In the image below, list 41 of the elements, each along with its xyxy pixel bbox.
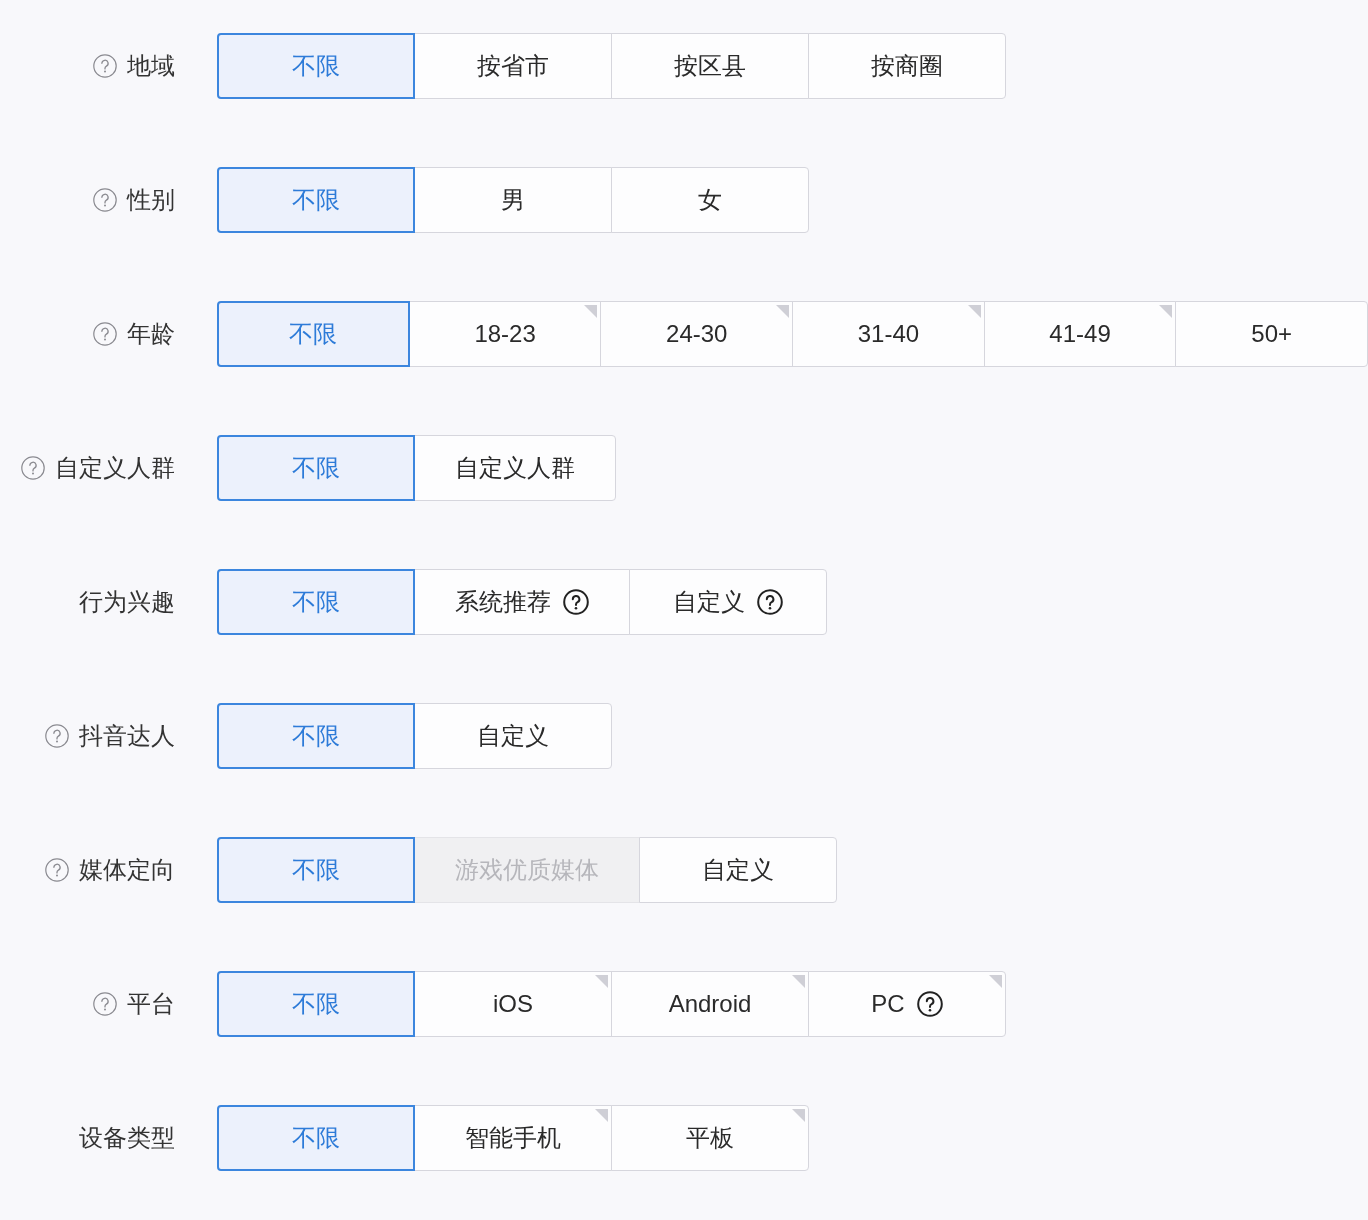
option-button[interactable]: 自定义 xyxy=(414,703,612,769)
option-button[interactable]: 智能手机 xyxy=(414,1105,612,1171)
option-button[interactable]: 按省市 xyxy=(414,33,612,99)
field-label: 性别 xyxy=(127,185,175,215)
option-button[interactable]: 按区县 xyxy=(611,33,809,99)
option-button[interactable]: 24-30 xyxy=(600,301,794,367)
field-label: 抖音达人 xyxy=(79,721,175,751)
option-button[interactable]: 不限 xyxy=(217,167,415,233)
field-label: 年龄 xyxy=(127,319,175,349)
option-button[interactable]: 系统推荐 xyxy=(414,569,630,635)
option-button[interactable]: 自定义人群 xyxy=(414,435,616,501)
option-button[interactable]: 41-49 xyxy=(983,301,1177,367)
option-button[interactable]: 18-23 xyxy=(408,301,602,367)
option-button[interactable]: 男 xyxy=(414,167,612,233)
help-icon[interactable] xyxy=(757,589,783,615)
field-label: 设备类型 xyxy=(79,1123,175,1153)
field-label: 行为兴趣 xyxy=(79,587,175,617)
option-button[interactable]: 50+ xyxy=(1175,301,1368,367)
option-button[interactable]: 31-40 xyxy=(792,301,985,367)
field-label: 媒体定向 xyxy=(79,855,175,885)
option-button[interactable]: Android xyxy=(611,971,809,1037)
help-icon[interactable] xyxy=(563,589,589,615)
option-button[interactable]: 女 xyxy=(611,167,809,233)
field-label: 自定义人群 xyxy=(55,453,175,483)
option-button[interactable]: 不限 xyxy=(217,33,415,99)
field-label: 地域 xyxy=(127,51,175,81)
option-button[interactable]: iOS xyxy=(414,971,612,1037)
help-icon[interactable] xyxy=(916,991,943,1017)
option-button[interactable]: 不限 xyxy=(217,703,415,769)
option-button[interactable]: 自定义 xyxy=(629,569,827,635)
option-button[interactable]: 自定义 xyxy=(639,837,837,903)
option-button[interactable]: 不限 xyxy=(217,971,415,1037)
option-button[interactable]: 不限 xyxy=(217,1105,415,1171)
option-button[interactable]: 平板 xyxy=(611,1105,809,1171)
option-button[interactable]: PC xyxy=(808,971,1006,1037)
option-button[interactable]: 不限 xyxy=(217,837,415,903)
option-button[interactable]: 不限 xyxy=(217,435,415,501)
option-button[interactable]: 按商圈 xyxy=(808,33,1006,99)
option-button[interactable]: 不限 xyxy=(217,301,410,367)
field-label: 平台 xyxy=(127,989,175,1019)
option-button[interactable]: 不限 xyxy=(217,569,415,635)
